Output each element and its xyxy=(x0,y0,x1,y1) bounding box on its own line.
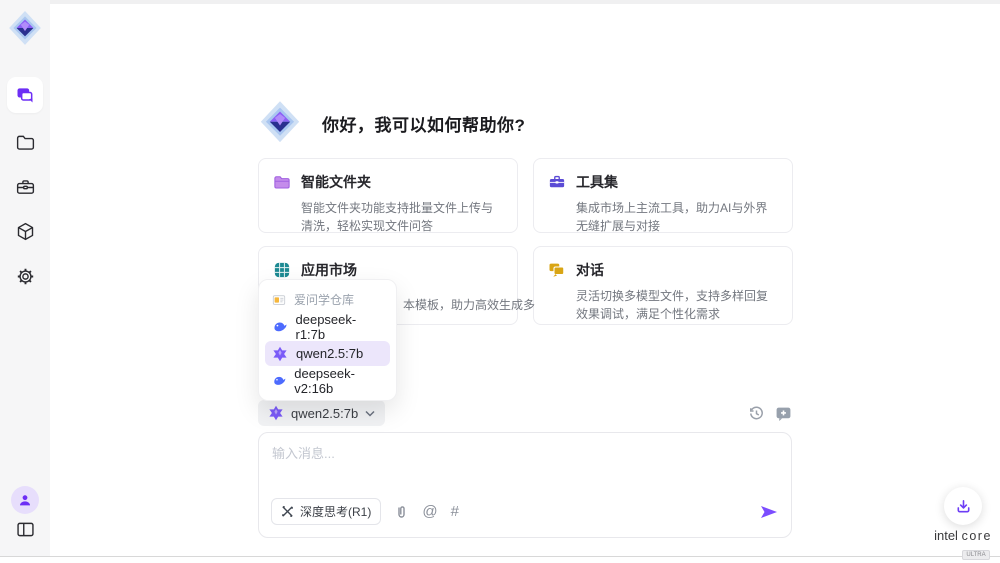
layout-toggle-icon xyxy=(15,519,36,540)
folder-icon xyxy=(15,132,36,153)
user-icon xyxy=(17,492,33,508)
briefcase-icon xyxy=(15,177,36,198)
window-bottom-border xyxy=(0,556,1000,557)
card-title: 工具集 xyxy=(576,172,618,192)
sidebar-item-models[interactable] xyxy=(0,221,50,242)
model-option-label: qwen2.5:7b xyxy=(296,346,363,361)
smart-folder-icon xyxy=(273,173,291,191)
model-dropdown: 爱问学仓库 deepseek-r1:7b qwen2.5:7b deepseek… xyxy=(258,279,397,401)
message-input[interactable] xyxy=(272,443,777,485)
model-option-qwen[interactable]: qwen2.5:7b xyxy=(265,341,390,366)
deepseek-icon xyxy=(272,373,286,389)
model-bar: qwen2.5:7b xyxy=(258,400,792,426)
app-logo-icon xyxy=(8,10,42,48)
card-toolset[interactable]: 工具集 集成市场上主流工具，助力AI与外界无缝扩展与对接 xyxy=(533,158,793,233)
sidebar xyxy=(0,0,50,556)
sidebar-item-toolbox[interactable] xyxy=(0,177,50,198)
composer-toolbar: 深度思考(R1) @ # xyxy=(271,498,778,525)
repo-icon xyxy=(272,293,286,307)
sidebar-item-settings[interactable] xyxy=(0,266,50,287)
card-description: 智能文件夹功能支持批量文件上传与清洗，轻松实现文件问答 xyxy=(301,199,503,235)
new-chat-icon[interactable] xyxy=(775,405,792,422)
download-button[interactable] xyxy=(944,487,982,525)
download-icon xyxy=(955,498,972,515)
hash-icon[interactable]: # xyxy=(451,504,459,519)
sidebar-item-account[interactable] xyxy=(0,486,50,514)
intel-brand-text: intel xyxy=(934,528,958,543)
model-option-label: deepseek-v2:16b xyxy=(294,366,383,396)
deep-think-label: 深度思考(R1) xyxy=(300,503,371,520)
card-dialog[interactable]: 对话 灵活切换多模型文件，支持多样回复效果调试，满足个性化需求 xyxy=(533,246,793,325)
model-selector[interactable]: qwen2.5:7b xyxy=(258,400,385,426)
model-group-header: 爱问学仓库 xyxy=(265,287,390,312)
attachment-icon[interactable] xyxy=(394,504,409,520)
card-title: 应用市场 xyxy=(301,260,357,280)
app-logo xyxy=(0,10,50,48)
deepseek-icon xyxy=(272,319,288,335)
card-smart-folder[interactable]: 智能文件夹 智能文件夹功能支持批量文件上传与清洗，轻松实现文件问答 xyxy=(258,158,518,233)
model-selector-value: qwen2.5:7b xyxy=(291,406,358,421)
chat-icon xyxy=(15,85,35,105)
avatar xyxy=(11,486,39,514)
intel-ultra-tag: ultra xyxy=(962,550,989,560)
cube-icon xyxy=(15,221,36,242)
greeting-title: 你好，我可以如何帮助你? xyxy=(322,111,525,136)
model-group-label: 爱问学仓库 xyxy=(294,291,354,308)
card-title: 智能文件夹 xyxy=(301,172,371,192)
chevron-down-icon xyxy=(365,410,375,417)
qwen-icon xyxy=(272,346,288,362)
main-content: 你好，我可以如何帮助你? 智能文件夹 智能文件夹功能支持批量文件上传与清洗，轻松… xyxy=(258,0,792,563)
deep-think-button[interactable]: 深度思考(R1) xyxy=(271,498,381,525)
greeting-logo-icon xyxy=(258,100,302,146)
intel-core-badge: intel core ultra xyxy=(930,528,996,561)
gear-icon xyxy=(15,266,36,287)
toolset-icon xyxy=(548,173,566,191)
model-option-deepseek-v2[interactable]: deepseek-v2:16b xyxy=(265,368,390,393)
card-title: 对话 xyxy=(576,260,604,280)
model-option-label: deepseek-r1:7b xyxy=(296,312,384,342)
card-description: 集成市场上主流工具，助力AI与外界无缝扩展与对接 xyxy=(576,199,778,235)
sidebar-item-folders[interactable] xyxy=(0,132,50,153)
greeting: 你好，我可以如何帮助你? xyxy=(258,100,525,146)
mention-icon[interactable]: @ xyxy=(422,504,437,519)
app-market-icon xyxy=(273,261,291,279)
card-description-partial: 本模板，助力高效生成多 xyxy=(403,296,535,313)
sidebar-toggle[interactable] xyxy=(0,519,50,540)
qwen-icon xyxy=(268,405,284,421)
sidebar-item-chat[interactable] xyxy=(0,77,50,113)
intel-core-text: core xyxy=(962,529,992,543)
model-option-deepseek-r1[interactable]: deepseek-r1:7b xyxy=(265,314,390,339)
dialog-icon xyxy=(548,261,566,279)
card-description: 灵活切换多模型文件，支持多样回复效果调试，满足个性化需求 xyxy=(576,287,778,323)
deep-think-icon xyxy=(281,505,294,518)
send-button[interactable] xyxy=(760,504,778,520)
history-icon[interactable] xyxy=(748,405,765,422)
send-icon xyxy=(760,504,778,520)
composer: 深度思考(R1) @ # xyxy=(258,432,792,538)
